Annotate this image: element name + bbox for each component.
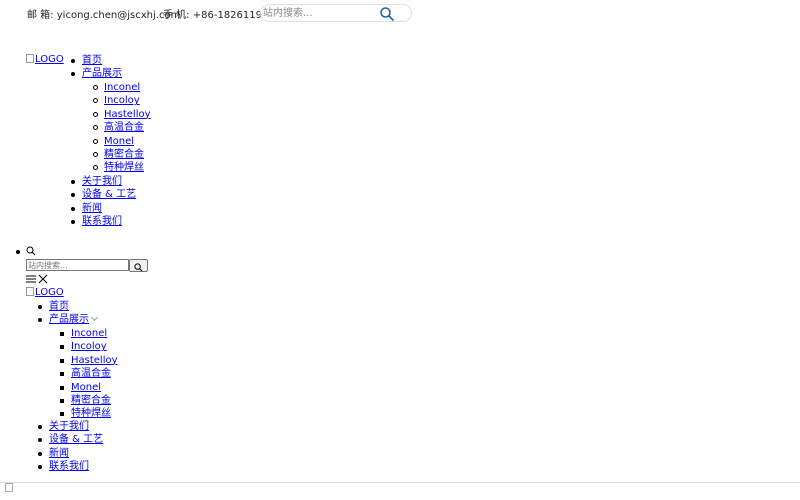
submenu-link-inconel[interactable]: Inconel xyxy=(104,82,140,93)
nav-link-contact[interactable]: 联系我们 xyxy=(82,216,122,227)
logo-link[interactable]: LOGO xyxy=(26,54,64,65)
mobile-nav-link-products[interactable]: 产品展示 xyxy=(49,314,89,325)
top-search-box xyxy=(260,4,412,22)
mobile-nav-item-equipment: 设备 & 工艺 xyxy=(37,433,103,446)
mobile-submenu-link-welding-wire[interactable]: 特种焊丝 xyxy=(71,408,111,419)
submenu-item: 精密合金 xyxy=(93,148,151,161)
mobile-submenu-item: Monel xyxy=(60,381,118,394)
submenu-link-precision-alloy[interactable]: 精密合金 xyxy=(104,149,144,160)
desktop-nav: 首页 产品展示 xyxy=(71,54,122,81)
mobile-nav-rest: 关于我们 设备 & 工艺 新闻 联系我们 xyxy=(37,420,103,474)
logo-link[interactable]: LOGO xyxy=(26,287,64,298)
mobile-submenu-link-inconel[interactable]: Inconel xyxy=(71,328,107,339)
nav-link-equipment[interactable]: 设备 & 工艺 xyxy=(82,189,136,200)
mobile-nav-link-contact[interactable]: 联系我们 xyxy=(49,461,89,472)
mobile-search-input[interactable] xyxy=(26,259,129,271)
nav-link-home[interactable]: 首页 xyxy=(82,55,102,66)
phone-label: 手 机: xyxy=(163,10,190,21)
submenu-item: Monel xyxy=(93,135,151,148)
nav-link-about[interactable]: 关于我们 xyxy=(82,176,122,187)
submenu-item: 高温合金 xyxy=(93,121,151,134)
mobile-nav-link-equipment[interactable]: 设备 & 工艺 xyxy=(49,434,103,445)
mobile-product-submenu: Inconel Incoloy Hastelloy 高温合金 Monel 精密合… xyxy=(60,327,118,421)
nav-link-news[interactable]: 新闻 xyxy=(82,203,102,214)
submenu-item: 特种焊丝 xyxy=(93,161,151,174)
submenu-item: Hastelloy xyxy=(93,108,151,121)
mobile-logo[interactable]: LOGO xyxy=(26,287,64,298)
mobile-submenu-link-precision-alloy[interactable]: 精密合金 xyxy=(71,395,111,406)
nav-item-products: 产品展示 xyxy=(71,67,122,80)
email-label: 邮 箱: xyxy=(27,10,54,21)
mobile-nav-item-home: 首页 xyxy=(38,300,97,313)
submenu-link-hastelloy[interactable]: Hastelloy xyxy=(104,109,151,120)
logo-alt: LOGO xyxy=(35,54,64,65)
list-bullet xyxy=(16,250,20,254)
mobile-submenu-item: Hastelloy xyxy=(60,354,118,367)
mobile-submenu-item: Incoloy xyxy=(60,340,118,353)
close-icon[interactable] xyxy=(38,274,48,285)
mobile-nav-link-news[interactable]: 新闻 xyxy=(49,448,69,459)
email-value[interactable]: yicong.chen@jscxhj.com xyxy=(57,10,181,21)
top-bar: 邮 箱: yicong.chen@jscxhj.com 手 机: +86-182… xyxy=(0,0,800,26)
mobile-nav-link-about[interactable]: 关于我们 xyxy=(49,421,89,432)
mobile-nav-link-home[interactable]: 首页 xyxy=(49,301,69,312)
mobile-nav-item-news: 新闻 xyxy=(37,447,103,460)
desktop-logo[interactable]: LOGO xyxy=(26,54,64,65)
submenu-item: Incoloy xyxy=(93,94,151,107)
mobile-submenu-item: Inconel xyxy=(60,327,118,340)
submenu-link-incoloy[interactable]: Incoloy xyxy=(104,95,140,106)
top-search-input[interactable] xyxy=(263,6,373,20)
nav-item-about: 关于我们 xyxy=(70,175,136,188)
nav-link-products[interactable]: 产品展示 xyxy=(82,68,122,79)
broken-image-icon xyxy=(26,287,34,296)
mobile-search-form xyxy=(26,259,148,272)
submenu-link-superalloy[interactable]: 高温合金 xyxy=(104,122,144,133)
logo-alt: LOGO xyxy=(35,287,64,298)
mobile-submenu-link-monel[interactable]: Monel xyxy=(71,382,101,393)
mobile-submenu-item: 高温合金 xyxy=(60,367,118,380)
mobile-submenu-item: 精密合金 xyxy=(60,394,118,407)
contact-email: 邮 箱: yicong.chen@jscxhj.com xyxy=(27,6,180,21)
desktop-product-submenu: Inconel Incoloy Hastelloy 高温合金 Monel 精密合… xyxy=(93,81,151,175)
nav-item-equipment: 设备 & 工艺 xyxy=(70,188,136,201)
nav-item-contact: 联系我们 xyxy=(70,215,136,228)
broken-image-icon xyxy=(5,483,13,492)
nav-item-home: 首页 xyxy=(71,54,122,67)
mobile-nav-item-about: 关于我们 xyxy=(37,420,103,433)
submenu-link-monel[interactable]: Monel xyxy=(104,136,134,147)
mobile-submenu-link-hastelloy[interactable]: Hastelloy xyxy=(71,355,118,366)
hamburger-icon[interactable] xyxy=(26,274,36,285)
broken-image-icon xyxy=(26,54,34,63)
divider xyxy=(0,482,800,483)
mobile-nav-item-products: 产品展示 xyxy=(38,313,99,326)
mobile-submenu-link-incoloy[interactable]: Incoloy xyxy=(71,341,107,352)
chevron-down-icon[interactable] xyxy=(90,314,99,322)
search-icon[interactable] xyxy=(379,6,395,22)
submenu-link-welding-wire[interactable]: 特种焊丝 xyxy=(104,162,144,173)
mobile-submenu-item: 特种焊丝 xyxy=(60,407,118,420)
search-icon[interactable] xyxy=(26,246,36,256)
mobile-submenu-link-superalloy[interactable]: 高温合金 xyxy=(71,368,111,379)
submenu-item: Inconel xyxy=(93,81,151,94)
mobile-nav: 首页 产品展示 xyxy=(38,300,99,327)
mobile-search-button[interactable] xyxy=(129,259,148,272)
desktop-nav-rest: 关于我们 设备 & 工艺 新闻 联系我们 xyxy=(70,175,136,229)
mobile-nav-item-contact: 联系我们 xyxy=(37,460,103,473)
search-icon xyxy=(134,263,143,272)
nav-item-news: 新闻 xyxy=(70,202,136,215)
